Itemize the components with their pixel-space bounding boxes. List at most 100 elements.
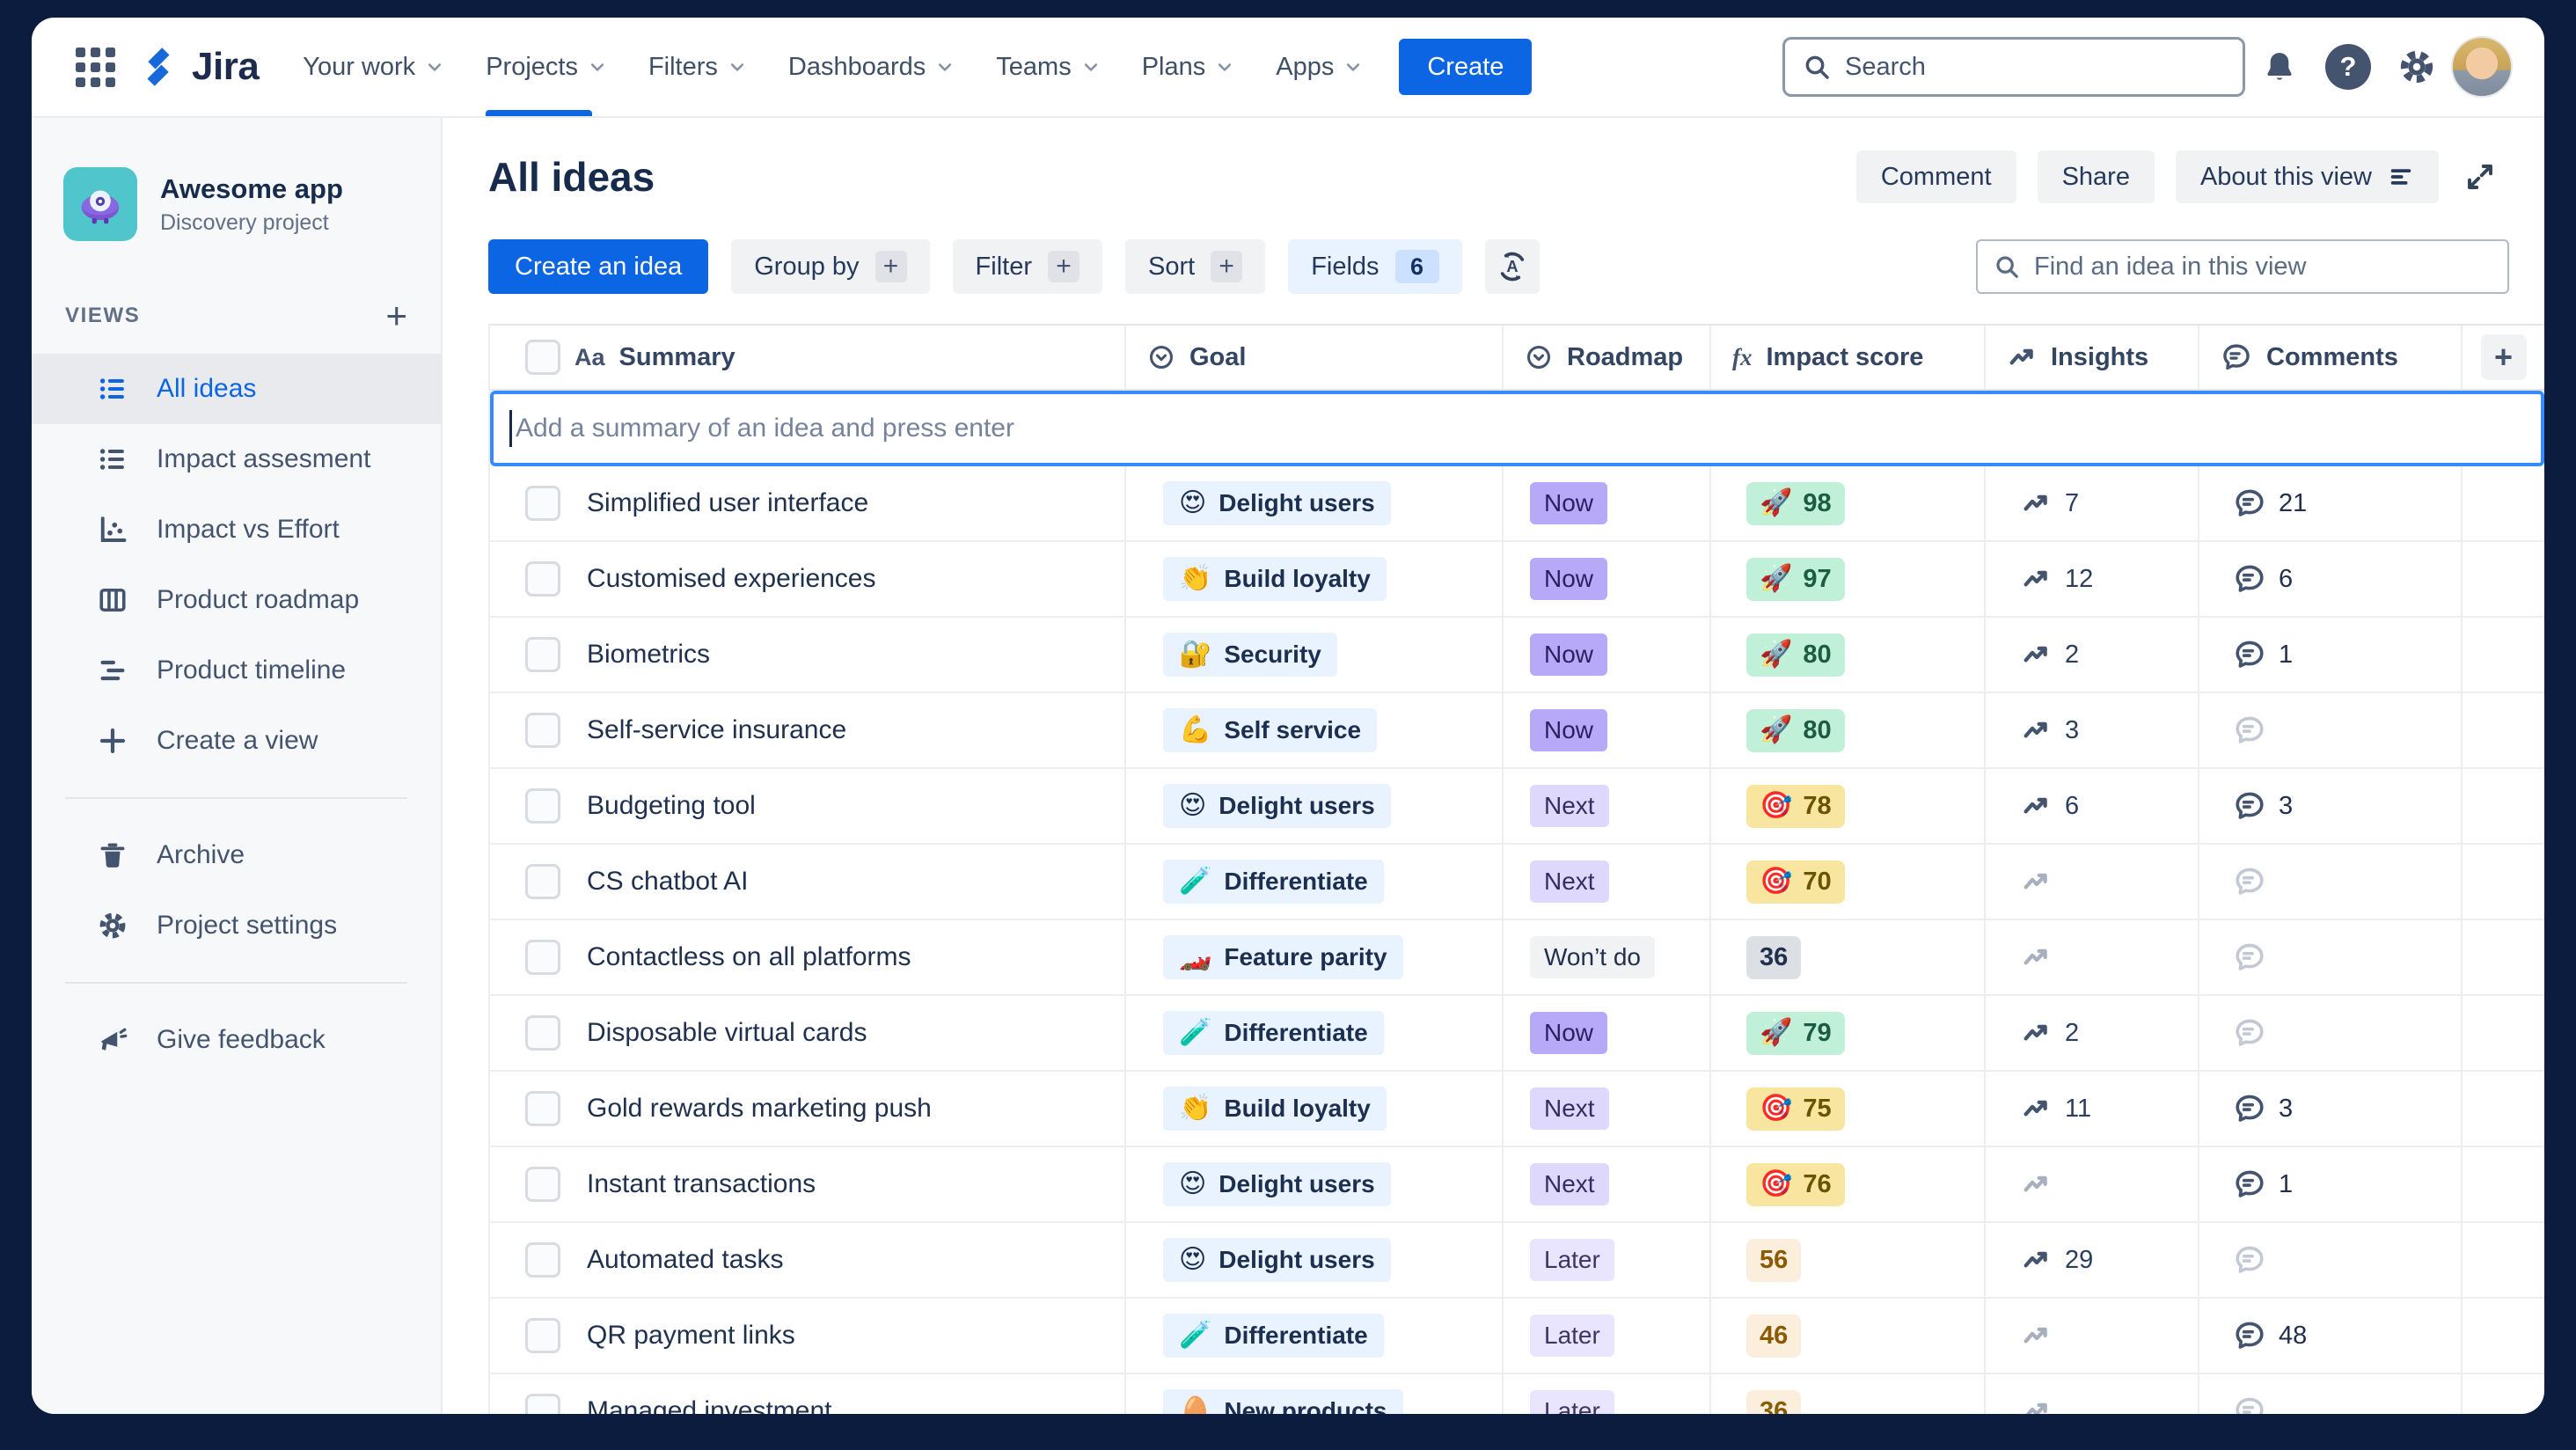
- insights-cell[interactable]: 3: [1986, 693, 2199, 767]
- summary-cell[interactable]: Customised experiences: [490, 542, 1126, 616]
- group-by-button[interactable]: Group by +: [731, 239, 930, 294]
- goal-cell[interactable]: 😍 Delight users: [1126, 466, 1504, 540]
- comments-cell[interactable]: [2199, 920, 2463, 994]
- goal-chip[interactable]: 🧪 Differentiate: [1163, 1314, 1384, 1358]
- goal-chip[interactable]: 😍 Delight users: [1163, 784, 1391, 828]
- roadmap-chip[interactable]: Later: [1530, 1315, 1614, 1357]
- goal-cell[interactable]: 😍 Delight users: [1126, 1223, 1504, 1297]
- goal-chip[interactable]: 😍 Delight users: [1163, 1162, 1391, 1206]
- goal-cell[interactable]: 💪 Self service: [1126, 693, 1504, 767]
- row-checkbox[interactable]: [525, 1091, 560, 1126]
- sidebar-item-archive[interactable]: Archive: [32, 820, 441, 890]
- goal-chip[interactable]: 👏 Build loyalty: [1163, 1087, 1387, 1131]
- comments-cell[interactable]: 48: [2199, 1299, 2463, 1373]
- comments-cell[interactable]: 3: [2199, 1072, 2463, 1146]
- user-avatar[interactable]: [2451, 36, 2513, 98]
- comments-cell[interactable]: [2199, 693, 2463, 767]
- goal-cell[interactable]: 🧪 Differentiate: [1126, 845, 1504, 919]
- nav-teams[interactable]: Teams: [975, 18, 1120, 116]
- auto-sort-button[interactable]: A: [1484, 239, 1540, 294]
- goal-cell[interactable]: 😍 Delight users: [1126, 1147, 1504, 1221]
- goal-chip[interactable]: 👏 Build loyalty: [1163, 557, 1387, 601]
- goal-cell[interactable]: 🧪 Differentiate: [1126, 996, 1504, 1070]
- comments-cell[interactable]: 3: [2199, 769, 2463, 843]
- column-header-comments[interactable]: Comments: [2199, 326, 2463, 389]
- roadmap-cell[interactable]: Later: [1504, 1374, 1711, 1414]
- goal-chip[interactable]: 😍 Delight users: [1163, 1238, 1391, 1282]
- create-button[interactable]: Create: [1399, 39, 1533, 95]
- comments-cell[interactable]: 21: [2199, 466, 2463, 540]
- summary-cell[interactable]: Contactless on all platforms: [490, 920, 1126, 994]
- select-all-checkbox[interactable]: [525, 340, 560, 375]
- goal-cell[interactable]: 🧪 Differentiate: [1126, 1299, 1504, 1373]
- add-view-button[interactable]: +: [385, 297, 407, 334]
- comments-cell[interactable]: 1: [2199, 1147, 2463, 1221]
- roadmap-cell[interactable]: Now: [1504, 466, 1711, 540]
- row-checkbox[interactable]: [525, 1015, 560, 1051]
- summary-cell[interactable]: Biometrics: [490, 618, 1126, 692]
- insights-cell[interactable]: [1986, 845, 2199, 919]
- nav-projects[interactable]: Projects: [465, 18, 627, 116]
- roadmap-chip[interactable]: Now: [1530, 558, 1608, 600]
- roadmap-chip[interactable]: Now: [1530, 1012, 1608, 1054]
- goal-cell[interactable]: 👏 Build loyalty: [1126, 542, 1504, 616]
- comments-cell[interactable]: [2199, 996, 2463, 1070]
- comments-cell[interactable]: 6: [2199, 542, 2463, 616]
- roadmap-chip[interactable]: Won’t do: [1530, 936, 1655, 978]
- roadmap-cell[interactable]: Now: [1504, 618, 1711, 692]
- about-this-view-button[interactable]: About this view: [2175, 150, 2439, 203]
- row-checkbox[interactable]: [525, 713, 560, 748]
- roadmap-cell[interactable]: Next: [1504, 1147, 1711, 1221]
- row-checkbox[interactable]: [525, 637, 560, 672]
- goal-cell[interactable]: 😍 Delight users: [1126, 769, 1504, 843]
- sidebar-item-project-settings[interactable]: Project settings: [32, 890, 441, 961]
- row-checkbox[interactable]: [525, 1394, 560, 1414]
- sidebar-item-all-ideas[interactable]: All ideas: [32, 354, 441, 424]
- summary-cell[interactable]: Automated tasks: [490, 1223, 1126, 1297]
- nav-apps[interactable]: Apps: [1255, 18, 1383, 116]
- column-header-roadmap[interactable]: Roadmap: [1504, 326, 1711, 389]
- app-switcher-icon[interactable]: [63, 35, 127, 99]
- row-checkbox[interactable]: [525, 1167, 560, 1202]
- sidebar-item-give-feedback[interactable]: Give feedback: [32, 1005, 441, 1075]
- comments-cell[interactable]: [2199, 845, 2463, 919]
- fields-button[interactable]: Fields 6: [1288, 239, 1462, 294]
- summary-cell[interactable]: CS chatbot AI: [490, 845, 1126, 919]
- sidebar-item-impact-assesment[interactable]: Impact assesment: [32, 424, 441, 494]
- fullscreen-button[interactable]: [2451, 150, 2509, 203]
- roadmap-cell[interactable]: Won’t do: [1504, 920, 1711, 994]
- goal-chip[interactable]: 💪 Self service: [1163, 708, 1378, 752]
- goal-chip[interactable]: 😍 Delight users: [1163, 481, 1391, 525]
- create-an-idea-button[interactable]: Create an idea: [488, 239, 709, 294]
- roadmap-cell[interactable]: Now: [1504, 996, 1711, 1070]
- roadmap-cell[interactable]: Next: [1504, 1072, 1711, 1146]
- filter-button[interactable]: Filter +: [952, 239, 1102, 294]
- nav-plans[interactable]: Plans: [1121, 18, 1255, 116]
- roadmap-chip[interactable]: Next: [1530, 860, 1609, 903]
- comments-cell[interactable]: 1: [2199, 618, 2463, 692]
- roadmap-cell[interactable]: Now: [1504, 542, 1711, 616]
- summary-cell[interactable]: Instant transactions: [490, 1147, 1126, 1221]
- row-checkbox[interactable]: [525, 1318, 560, 1353]
- roadmap-chip[interactable]: Next: [1530, 1163, 1609, 1205]
- roadmap-chip[interactable]: Next: [1530, 785, 1609, 827]
- goal-chip[interactable]: 🧪 Differentiate: [1163, 860, 1384, 904]
- goal-chip[interactable]: 🥚 New products: [1163, 1389, 1403, 1414]
- insights-cell[interactable]: 12: [1986, 542, 2199, 616]
- find-idea-input[interactable]: Find an idea in this view: [1976, 239, 2509, 294]
- global-search-input[interactable]: Search: [1782, 37, 2245, 97]
- nav-filters[interactable]: Filters: [627, 18, 767, 116]
- row-checkbox[interactable]: [525, 864, 560, 899]
- summary-cell[interactable]: Disposable virtual cards: [490, 996, 1126, 1070]
- roadmap-chip[interactable]: Later: [1530, 1390, 1614, 1414]
- roadmap-chip[interactable]: Later: [1530, 1239, 1614, 1281]
- roadmap-cell[interactable]: Now: [1504, 693, 1711, 767]
- comments-cell[interactable]: [2199, 1223, 2463, 1297]
- column-header-insights[interactable]: Insights: [1986, 326, 2199, 389]
- summary-cell[interactable]: QR payment links: [490, 1299, 1126, 1373]
- help-button[interactable]: ?: [2314, 33, 2382, 101]
- goal-cell[interactable]: 🏎️ Feature parity: [1126, 920, 1504, 994]
- insights-cell[interactable]: [1986, 1299, 2199, 1373]
- roadmap-chip[interactable]: Next: [1530, 1088, 1609, 1130]
- jira-logo[interactable]: Jira: [135, 44, 260, 90]
